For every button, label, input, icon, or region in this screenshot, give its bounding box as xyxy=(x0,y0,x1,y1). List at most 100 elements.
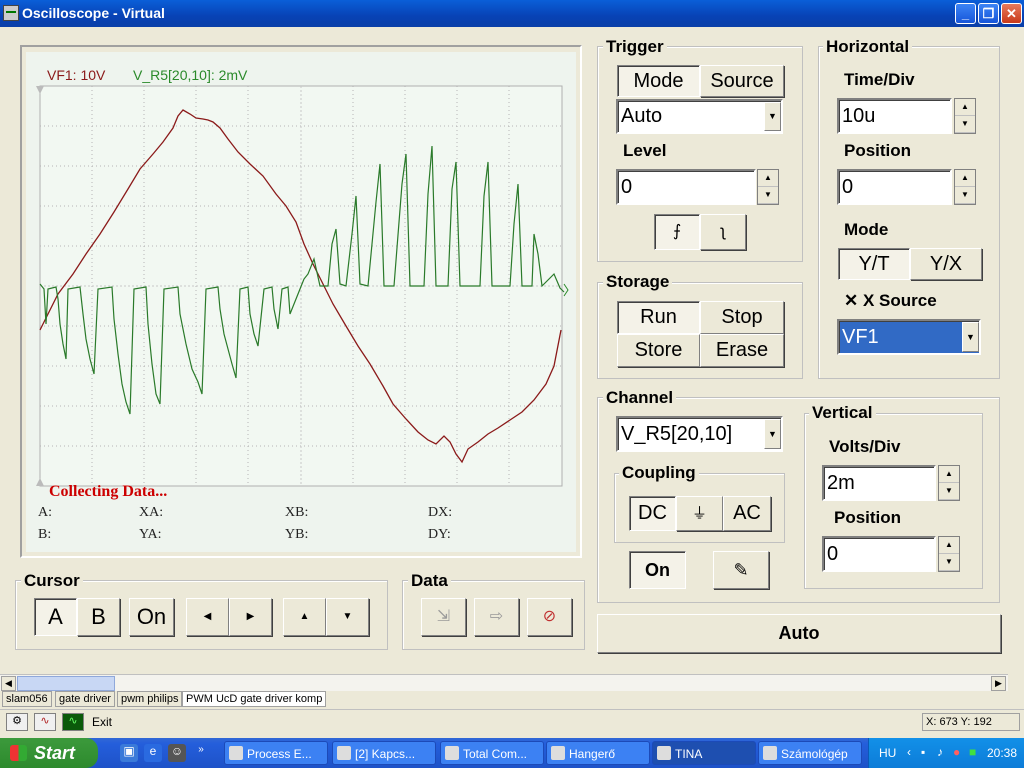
tray-arrow-icon[interactable]: ‹ xyxy=(907,745,911,759)
task-kapcs[interactable]: [2] Kapcs... xyxy=(332,741,436,765)
cursor-a-button[interactable]: A xyxy=(34,598,77,636)
auto-button[interactable]: Auto xyxy=(597,614,1001,653)
language-indicator[interactable]: HU xyxy=(879,746,896,760)
vertical-position-spinner[interactable]: ▲ ▼ xyxy=(938,536,960,572)
yt-mode-button[interactable]: Y/T xyxy=(838,248,910,280)
system-tray: HU ‹ ▪ ♪ ● ■ 20:38 xyxy=(868,738,1024,768)
time-div-spinner[interactable]: ▲ ▼ xyxy=(954,98,976,134)
maximize-button[interactable]: ❐ xyxy=(978,3,999,24)
volts-div-input[interactable]: 2m xyxy=(822,465,936,501)
spin-up-icon[interactable]: ▲ xyxy=(955,170,975,187)
erase-button[interactable]: Erase xyxy=(700,334,784,367)
task-tina[interactable]: TINA xyxy=(652,741,756,765)
run-button[interactable]: Run xyxy=(617,301,700,334)
start-button[interactable]: Start xyxy=(0,738,98,768)
data-clear-button[interactable]: ⊘ xyxy=(527,598,572,636)
spin-down-icon[interactable]: ▼ xyxy=(939,483,959,500)
spin-down-icon[interactable]: ▼ xyxy=(939,554,959,571)
falling-edge-button[interactable]: ʅ xyxy=(700,214,746,250)
trigger-title: Trigger xyxy=(603,37,667,57)
trigger-mode-select[interactable]: Auto xyxy=(616,99,783,134)
tab-slam056[interactable]: slam056 xyxy=(2,691,52,707)
chevron-down-icon[interactable]: ▼ xyxy=(764,419,781,449)
scope-icon[interactable]: ∿ xyxy=(62,713,84,731)
data-title: Data xyxy=(408,571,451,591)
volts-div-spinner[interactable]: ▲ ▼ xyxy=(938,465,960,501)
probe-button[interactable]: ✎ xyxy=(713,551,769,589)
task-total-commander[interactable]: Total Com... xyxy=(440,741,544,765)
quicklaunch-ie-icon[interactable]: e xyxy=(144,744,162,762)
spin-up-icon[interactable]: ▲ xyxy=(939,537,959,554)
data-export-button[interactable]: ⇨ xyxy=(474,598,519,636)
rising-edge-icon: ⨍ xyxy=(672,223,682,240)
horizontal-scrollbar[interactable]: ◀ ▶ xyxy=(0,674,1008,691)
cursor-on-button[interactable]: On xyxy=(129,598,174,636)
scroll-right-icon[interactable]: ▶ xyxy=(991,676,1006,691)
channel-a-label: VF1: 10V xyxy=(47,67,106,83)
trigger-source-tab[interactable]: Source xyxy=(700,65,784,97)
speaker-icon[interactable]: ♪ xyxy=(937,745,943,759)
rising-edge-button[interactable]: ⨍ xyxy=(654,214,700,250)
spin-up-icon[interactable]: ▲ xyxy=(955,99,975,116)
horizontal-position-spinner[interactable]: ▲ ▼ xyxy=(954,169,976,205)
cursor-left-button[interactable]: ◀ xyxy=(186,598,229,636)
tab-pwm-philips[interactable]: pwm philips xyxy=(117,691,183,707)
cursor-b-button[interactable]: B xyxy=(77,598,120,636)
scroll-left-icon[interactable]: ◀ xyxy=(1,676,16,691)
spin-down-icon[interactable]: ▼ xyxy=(955,187,975,204)
cursor-down-button[interactable]: ▼ xyxy=(326,598,369,636)
vertical-position-input[interactable]: 0 xyxy=(822,536,936,572)
chevron-down-icon[interactable]: ▼ xyxy=(962,322,979,352)
spin-up-icon[interactable]: ▲ xyxy=(939,466,959,483)
minimize-button[interactable]: _ xyxy=(955,3,976,24)
network-icon[interactable]: ▪ xyxy=(921,745,925,759)
x-source-label: ✕ X Source xyxy=(844,291,937,310)
volts-div-label: Volts/Div xyxy=(829,437,901,456)
antivirus-icon[interactable]: ● xyxy=(953,745,960,759)
stop-button[interactable]: Stop xyxy=(700,301,784,334)
arrow-right-icon: ▶ xyxy=(246,611,255,622)
readout-a: A: xyxy=(38,505,52,520)
waveform-icon[interactable]: ∿ xyxy=(34,713,56,731)
close-button[interactable]: ✕ xyxy=(1001,3,1022,24)
task-process-explorer[interactable]: Process E... xyxy=(224,741,328,765)
exit-button[interactable]: Exit xyxy=(92,715,112,729)
horizontal-position-input[interactable]: 0 xyxy=(837,169,952,205)
quicklaunch-desktop-icon[interactable]: ▣ xyxy=(120,744,138,762)
chevron-down-icon[interactable]: ▼ xyxy=(764,102,781,131)
scroll-thumb[interactable] xyxy=(17,676,115,691)
oscilloscope-plot[interactable] xyxy=(28,84,570,490)
ac-coupling-button[interactable]: AC xyxy=(723,496,771,531)
readout-dy: DY: xyxy=(428,527,451,542)
time-div-input[interactable]: 10u xyxy=(837,98,952,134)
tab-gate-driver[interactable]: gate driver xyxy=(55,691,115,707)
channel-on-button[interactable]: On xyxy=(629,551,686,589)
status-bar: ⚙ ∿ ∿ Exit X: 673 Y: 192 xyxy=(0,709,1024,735)
channel-select[interactable]: V_R5[20,10] xyxy=(616,416,783,452)
process-explorer-icon xyxy=(229,746,243,760)
store-button[interactable]: Store xyxy=(617,334,700,367)
status-icon[interactable]: ■ xyxy=(969,745,976,759)
coordinate-readout: X: 673 Y: 192 xyxy=(922,713,1020,731)
spin-down-icon[interactable]: ▼ xyxy=(955,116,975,133)
cursor-up-button[interactable]: ▲ xyxy=(283,598,326,636)
yx-mode-button[interactable]: Y/X xyxy=(910,248,982,280)
arrow-left-icon: ◀ xyxy=(203,611,212,622)
quicklaunch-app-icon[interactable]: ☺ xyxy=(168,744,186,762)
task-szamologep[interactable]: Számológép xyxy=(758,741,862,765)
settings-icon[interactable]: ⚙ xyxy=(6,713,28,731)
task-hangero[interactable]: Hangerő xyxy=(546,741,650,765)
tab-pwm-ucd-gate-driver-komp[interactable]: PWM UcD gate driver komp xyxy=(182,691,327,707)
dc-coupling-button[interactable]: DC xyxy=(629,496,676,531)
data-import-button[interactable]: ⇲ xyxy=(421,598,466,636)
spin-up-icon[interactable]: ▲ xyxy=(758,170,778,187)
trigger-level-input[interactable]: 0 xyxy=(616,169,756,205)
ground-coupling-button[interactable]: ⏚ xyxy=(676,496,723,531)
quicklaunch-more-icon[interactable]: » xyxy=(192,744,210,762)
readout-xa: XA: xyxy=(139,505,164,520)
cursor-right-button[interactable]: ▶ xyxy=(229,598,272,636)
spin-down-icon[interactable]: ▼ xyxy=(758,187,778,204)
trigger-level-spinner[interactable]: ▲ ▼ xyxy=(757,169,779,205)
trigger-mode-tab[interactable]: Mode xyxy=(617,65,700,97)
x-source-select[interactable]: VF1 xyxy=(837,319,981,355)
